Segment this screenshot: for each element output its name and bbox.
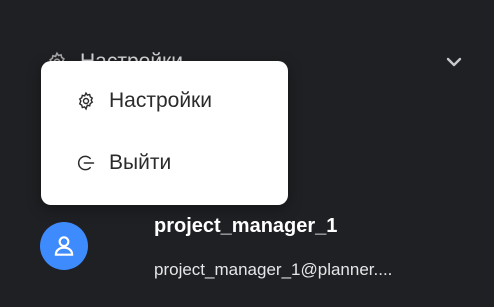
chevron-down-icon[interactable] <box>442 50 466 74</box>
menu-item-logout-label: Выйти <box>109 151 172 174</box>
sidebar-footer-panel: Настройки Настройки Выйти <box>0 0 494 307</box>
menu-item-logout[interactable]: Выйти <box>41 143 288 183</box>
user-email: project_manager_1@planner.... <box>154 260 393 279</box>
logout-icon <box>75 152 97 174</box>
gear-icon <box>75 90 97 112</box>
menu-item-settings[interactable]: Настройки <box>41 81 288 121</box>
user-popup-menu: Настройки Выйти <box>41 61 288 205</box>
user-icon <box>54 236 74 256</box>
user-name: project_manager_1 <box>154 215 338 237</box>
menu-item-settings-label: Настройки <box>109 89 212 112</box>
user-profile[interactable]: project_manager_1 project_manager_1@plan… <box>40 213 490 293</box>
avatar[interactable] <box>40 222 88 270</box>
